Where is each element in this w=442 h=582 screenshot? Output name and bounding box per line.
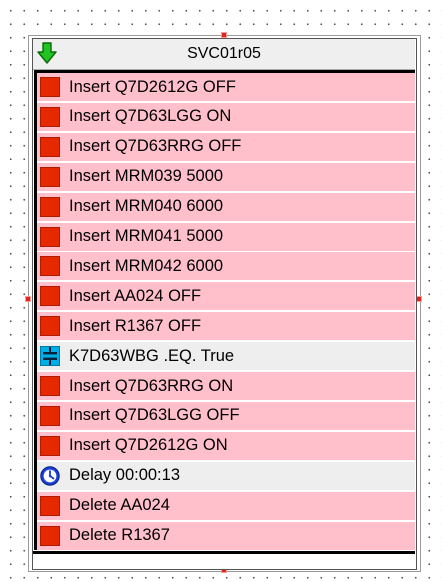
step-label: Insert Q7D63RRG OFF xyxy=(69,137,242,156)
step-label: K7D63WBG .EQ. True xyxy=(69,346,235,365)
step-label: Insert MRM042 6000 xyxy=(69,256,224,275)
action-step-row[interactable]: Insert MRM042 6000 xyxy=(37,252,415,282)
step-label: Delete R1367 xyxy=(69,526,170,544)
step-label: Delete AA024 xyxy=(69,496,170,515)
action-step-row[interactable]: Insert Q7D63RRG OFF xyxy=(37,132,415,162)
action-step-row[interactable]: Insert MRM039 5000 xyxy=(37,162,415,192)
block-header[interactable]: SVC01r05 xyxy=(33,39,415,70)
red-square-icon xyxy=(40,376,60,396)
block-footer xyxy=(33,551,415,569)
red-square-icon xyxy=(40,525,60,546)
equals-condition-icon xyxy=(40,346,60,367)
action-step-row[interactable]: Insert R1367 OFF xyxy=(37,312,415,342)
action-step-row[interactable]: Delete R1367 xyxy=(37,521,415,551)
clock-icon xyxy=(40,465,60,486)
action-step-row[interactable]: Insert Q7D63RRG ON xyxy=(37,372,415,401)
step-label: Insert Q7D63LGG ON xyxy=(69,107,232,126)
action-step-row[interactable]: Insert Q7D63LGG OFF xyxy=(37,401,415,431)
red-square-icon xyxy=(40,226,60,247)
red-square-icon xyxy=(40,106,60,127)
resize-handle-left[interactable] xyxy=(25,296,31,302)
step-label: Insert MRM041 5000 xyxy=(69,227,224,245)
red-square-icon xyxy=(40,435,60,456)
step-label: Insert Q7D2612G OFF xyxy=(69,77,236,96)
step-label: Insert Q7D63RRG ON xyxy=(69,376,234,395)
step-label: Insert MRM040 6000 xyxy=(69,197,224,216)
delay-step-row[interactable]: Delay 00:00:13 xyxy=(37,461,415,491)
condition-step-row[interactable]: K7D63WBG .EQ. True xyxy=(37,342,415,372)
step-label: Insert Q7D63LGG OFF xyxy=(69,406,240,425)
red-square-icon xyxy=(40,77,60,97)
red-square-icon xyxy=(40,405,60,426)
action-step-row[interactable]: Insert MRM040 6000 xyxy=(37,192,415,222)
red-square-icon xyxy=(40,196,60,217)
red-square-icon xyxy=(40,286,60,307)
action-step-row[interactable]: Delete AA024 xyxy=(37,491,415,521)
step-label: Insert AA024 OFF xyxy=(69,286,202,305)
red-square-icon xyxy=(40,495,60,516)
step-label: Insert Q7D2612G ON xyxy=(69,436,228,455)
step-label: Insert R1367 OFF xyxy=(69,316,202,335)
action-step-row[interactable]: Insert Q7D2612G ON xyxy=(37,431,415,461)
block-title: SVC01r05 xyxy=(187,45,261,62)
red-square-icon xyxy=(40,136,60,157)
red-square-icon xyxy=(40,166,60,187)
action-step-row[interactable]: Insert MRM041 5000 xyxy=(37,222,415,252)
red-square-icon xyxy=(40,316,60,337)
action-step-row[interactable]: Insert Q7D63LGG ON xyxy=(37,102,415,132)
step-label: Delay 00:00:13 xyxy=(69,466,180,485)
red-square-icon xyxy=(40,256,60,277)
action-step-row[interactable]: Insert AA024 OFF xyxy=(37,282,415,312)
action-step-row[interactable]: Insert Q7D2612G OFF xyxy=(37,73,415,102)
step-label: Insert MRM039 5000 xyxy=(69,167,224,186)
